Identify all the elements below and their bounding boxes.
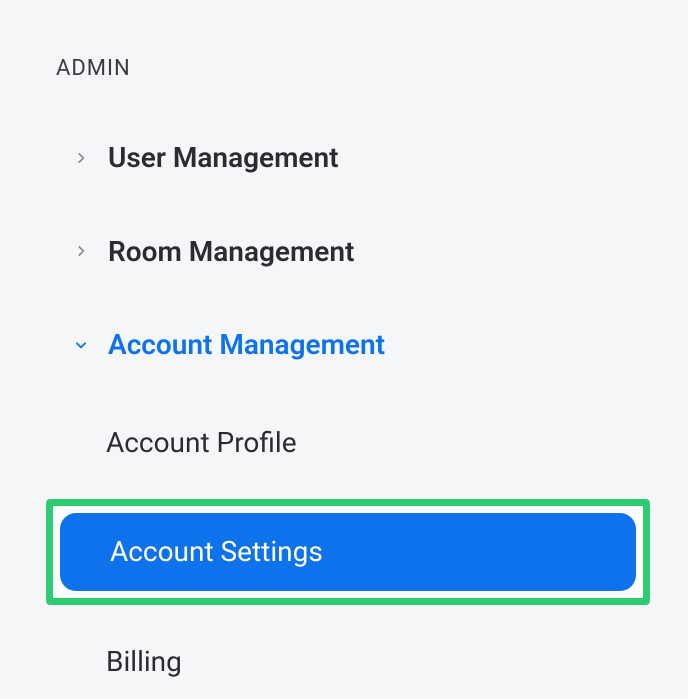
chevron-down-icon xyxy=(72,336,90,354)
chevron-right-icon xyxy=(72,149,90,167)
subnav-label: Account Settings xyxy=(110,535,323,569)
subnav-item-account-settings[interactable]: Account Settings xyxy=(60,513,636,591)
nav-label: Room Management xyxy=(108,235,354,269)
subnav-item-billing[interactable]: Billing xyxy=(56,625,640,699)
subnav-account-management: Account Profile Account Settings Billing xyxy=(56,406,640,699)
nav-item-room-management[interactable]: Room Management xyxy=(56,235,640,269)
nav-label: User Management xyxy=(108,141,339,175)
admin-section-header: ADMIN xyxy=(56,56,640,81)
chevron-right-icon xyxy=(72,242,90,260)
subnav-label: Account Profile xyxy=(106,426,297,460)
nav-item-user-management[interactable]: User Management xyxy=(56,141,640,175)
nav-label: Account Management xyxy=(108,328,385,362)
subnav-label: Billing xyxy=(106,645,182,679)
subnav-item-account-profile[interactable]: Account Profile xyxy=(56,406,640,480)
nav-item-account-management[interactable]: Account Management xyxy=(56,328,640,362)
highlight-frame: Account Settings xyxy=(46,499,650,605)
